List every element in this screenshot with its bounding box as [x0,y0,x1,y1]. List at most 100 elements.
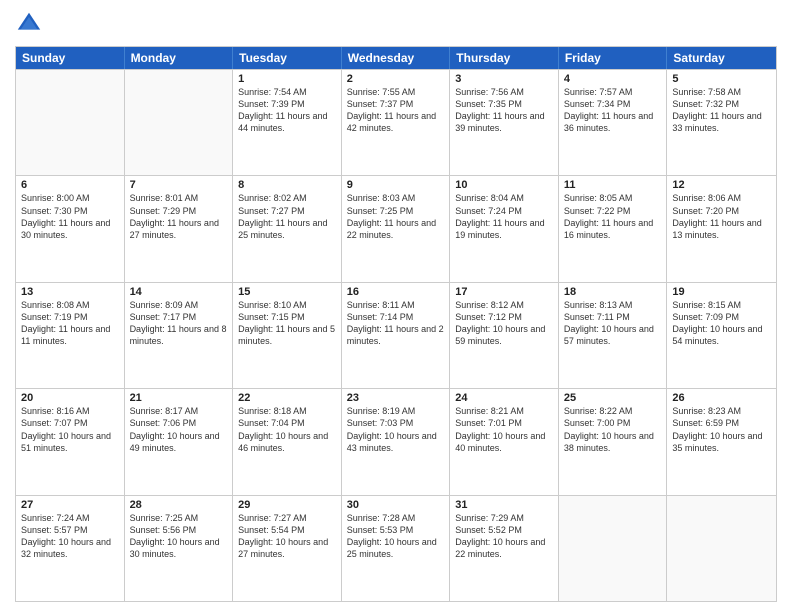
day-info: Sunrise: 8:08 AM Sunset: 7:19 PM Dayligh… [21,299,119,348]
calendar: SundayMondayTuesdayWednesdayThursdayFrid… [15,46,777,602]
calendar-row-3: 13Sunrise: 8:08 AM Sunset: 7:19 PM Dayli… [16,282,776,388]
day-number: 24 [455,392,553,404]
day-info: Sunrise: 8:10 AM Sunset: 7:15 PM Dayligh… [238,299,336,348]
day-info: Sunrise: 8:00 AM Sunset: 7:30 PM Dayligh… [21,192,119,241]
day-number: 25 [564,392,662,404]
day-cell-15: 15Sunrise: 8:10 AM Sunset: 7:15 PM Dayli… [233,283,342,388]
day-cell-1: 1Sunrise: 7:54 AM Sunset: 7:39 PM Daylig… [233,70,342,175]
day-cell-30: 30Sunrise: 7:28 AM Sunset: 5:53 PM Dayli… [342,496,451,601]
day-number: 18 [564,286,662,298]
day-info: Sunrise: 7:54 AM Sunset: 7:39 PM Dayligh… [238,86,336,135]
day-cell-10: 10Sunrise: 8:04 AM Sunset: 7:24 PM Dayli… [450,176,559,281]
weekday-header-saturday: Saturday [667,47,776,69]
calendar-header: SundayMondayTuesdayWednesdayThursdayFrid… [16,47,776,69]
day-number: 31 [455,499,553,511]
day-cell-29: 29Sunrise: 7:27 AM Sunset: 5:54 PM Dayli… [233,496,342,601]
empty-cell [16,70,125,175]
day-cell-22: 22Sunrise: 8:18 AM Sunset: 7:04 PM Dayli… [233,389,342,494]
logo [15,10,47,38]
empty-cell [667,496,776,601]
day-cell-5: 5Sunrise: 7:58 AM Sunset: 7:32 PM Daylig… [667,70,776,175]
day-number: 1 [238,73,336,85]
day-info: Sunrise: 8:05 AM Sunset: 7:22 PM Dayligh… [564,192,662,241]
day-info: Sunrise: 8:12 AM Sunset: 7:12 PM Dayligh… [455,299,553,348]
day-cell-12: 12Sunrise: 8:06 AM Sunset: 7:20 PM Dayli… [667,176,776,281]
day-info: Sunrise: 7:55 AM Sunset: 7:37 PM Dayligh… [347,86,445,135]
day-number: 3 [455,73,553,85]
day-number: 21 [130,392,228,404]
day-info: Sunrise: 7:27 AM Sunset: 5:54 PM Dayligh… [238,512,336,561]
day-cell-14: 14Sunrise: 8:09 AM Sunset: 7:17 PM Dayli… [125,283,234,388]
day-info: Sunrise: 8:06 AM Sunset: 7:20 PM Dayligh… [672,192,771,241]
day-cell-6: 6Sunrise: 8:00 AM Sunset: 7:30 PM Daylig… [16,176,125,281]
day-cell-20: 20Sunrise: 8:16 AM Sunset: 7:07 PM Dayli… [16,389,125,494]
day-number: 2 [347,73,445,85]
day-cell-4: 4Sunrise: 7:57 AM Sunset: 7:34 PM Daylig… [559,70,668,175]
day-number: 10 [455,179,553,191]
day-number: 22 [238,392,336,404]
day-number: 7 [130,179,228,191]
day-cell-23: 23Sunrise: 8:19 AM Sunset: 7:03 PM Dayli… [342,389,451,494]
day-cell-7: 7Sunrise: 8:01 AM Sunset: 7:29 PM Daylig… [125,176,234,281]
day-cell-27: 27Sunrise: 7:24 AM Sunset: 5:57 PM Dayli… [16,496,125,601]
day-cell-21: 21Sunrise: 8:17 AM Sunset: 7:06 PM Dayli… [125,389,234,494]
day-info: Sunrise: 8:09 AM Sunset: 7:17 PM Dayligh… [130,299,228,348]
day-number: 8 [238,179,336,191]
day-cell-24: 24Sunrise: 8:21 AM Sunset: 7:01 PM Dayli… [450,389,559,494]
day-info: Sunrise: 8:04 AM Sunset: 7:24 PM Dayligh… [455,192,553,241]
day-info: Sunrise: 8:13 AM Sunset: 7:11 PM Dayligh… [564,299,662,348]
weekday-header-sunday: Sunday [16,47,125,69]
day-info: Sunrise: 8:23 AM Sunset: 6:59 PM Dayligh… [672,405,771,454]
calendar-body: 1Sunrise: 7:54 AM Sunset: 7:39 PM Daylig… [16,69,776,601]
day-cell-31: 31Sunrise: 7:29 AM Sunset: 5:52 PM Dayli… [450,496,559,601]
calendar-row-5: 27Sunrise: 7:24 AM Sunset: 5:57 PM Dayli… [16,495,776,601]
day-info: Sunrise: 8:01 AM Sunset: 7:29 PM Dayligh… [130,192,228,241]
calendar-row-1: 1Sunrise: 7:54 AM Sunset: 7:39 PM Daylig… [16,69,776,175]
day-info: Sunrise: 8:03 AM Sunset: 7:25 PM Dayligh… [347,192,445,241]
day-info: Sunrise: 8:22 AM Sunset: 7:00 PM Dayligh… [564,405,662,454]
day-number: 26 [672,392,771,404]
day-number: 9 [347,179,445,191]
weekday-header-monday: Monday [125,47,234,69]
day-info: Sunrise: 7:56 AM Sunset: 7:35 PM Dayligh… [455,86,553,135]
day-number: 11 [564,179,662,191]
day-number: 23 [347,392,445,404]
day-cell-16: 16Sunrise: 8:11 AM Sunset: 7:14 PM Dayli… [342,283,451,388]
day-info: Sunrise: 7:57 AM Sunset: 7:34 PM Dayligh… [564,86,662,135]
day-info: Sunrise: 8:21 AM Sunset: 7:01 PM Dayligh… [455,405,553,454]
weekday-header-friday: Friday [559,47,668,69]
empty-cell [559,496,668,601]
day-info: Sunrise: 8:15 AM Sunset: 7:09 PM Dayligh… [672,299,771,348]
day-cell-11: 11Sunrise: 8:05 AM Sunset: 7:22 PM Dayli… [559,176,668,281]
day-info: Sunrise: 8:16 AM Sunset: 7:07 PM Dayligh… [21,405,119,454]
day-info: Sunrise: 7:25 AM Sunset: 5:56 PM Dayligh… [130,512,228,561]
day-info: Sunrise: 8:11 AM Sunset: 7:14 PM Dayligh… [347,299,445,348]
day-number: 5 [672,73,771,85]
day-info: Sunrise: 7:28 AM Sunset: 5:53 PM Dayligh… [347,512,445,561]
day-number: 4 [564,73,662,85]
weekday-header-thursday: Thursday [450,47,559,69]
day-cell-13: 13Sunrise: 8:08 AM Sunset: 7:19 PM Dayli… [16,283,125,388]
calendar-row-2: 6Sunrise: 8:00 AM Sunset: 7:30 PM Daylig… [16,175,776,281]
weekday-header-tuesday: Tuesday [233,47,342,69]
page: SundayMondayTuesdayWednesdayThursdayFrid… [0,0,792,612]
day-info: Sunrise: 7:58 AM Sunset: 7:32 PM Dayligh… [672,86,771,135]
empty-cell [125,70,234,175]
day-number: 19 [672,286,771,298]
day-number: 27 [21,499,119,511]
day-cell-26: 26Sunrise: 8:23 AM Sunset: 6:59 PM Dayli… [667,389,776,494]
day-number: 29 [238,499,336,511]
day-cell-9: 9Sunrise: 8:03 AM Sunset: 7:25 PM Daylig… [342,176,451,281]
day-info: Sunrise: 8:17 AM Sunset: 7:06 PM Dayligh… [130,405,228,454]
day-info: Sunrise: 8:18 AM Sunset: 7:04 PM Dayligh… [238,405,336,454]
day-number: 17 [455,286,553,298]
day-cell-17: 17Sunrise: 8:12 AM Sunset: 7:12 PM Dayli… [450,283,559,388]
day-number: 28 [130,499,228,511]
day-number: 30 [347,499,445,511]
day-cell-2: 2Sunrise: 7:55 AM Sunset: 7:37 PM Daylig… [342,70,451,175]
day-number: 16 [347,286,445,298]
day-info: Sunrise: 8:19 AM Sunset: 7:03 PM Dayligh… [347,405,445,454]
day-number: 6 [21,179,119,191]
day-number: 15 [238,286,336,298]
day-cell-3: 3Sunrise: 7:56 AM Sunset: 7:35 PM Daylig… [450,70,559,175]
